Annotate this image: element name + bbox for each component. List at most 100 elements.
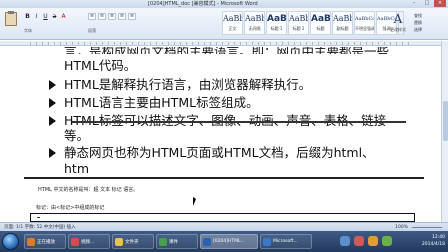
style-heading-2[interactable]: AaBbC 标题 2	[288, 11, 309, 35]
style-sample: AaBbCcDc	[223, 14, 242, 23]
slide-bullet-4: 静态网页也称为HTML页面或HTML文档，后缀为html、	[64, 145, 375, 160]
styles-gallery: AaBbCcDc 正文 AaBbCcDc 无间隔 AaBl 标题 1 AaBbC…	[222, 11, 404, 35]
scrollbar-thumb[interactable]	[443, 101, 448, 141]
tray-app-icon[interactable]	[340, 236, 350, 246]
bullet-arrow-icon	[49, 98, 56, 108]
doc-paragraph-1: HTML 中文的名称是叫：超 文本 标记 语言。	[38, 187, 139, 193]
doc-paragraph-2: 标记：由<标记>中组成的标记	[36, 205, 105, 211]
mouse-pointer-icon	[193, 197, 196, 206]
text-box[interactable]	[30, 213, 415, 222]
style-heading-1[interactable]: AaBl 标题 1	[266, 11, 287, 35]
slide-cut-line: 言，是构成网页文档的主要语言。即：网页中主要都是一些	[64, 47, 389, 54]
taskbar-item-label: 视频...	[81, 239, 95, 245]
taskbar-item[interactable]: 课件	[156, 234, 198, 249]
taskbar-item[interactable]: 视频...	[68, 234, 110, 249]
slide-bullet-3-continuation: 等。	[64, 128, 90, 143]
start-button[interactable]	[2, 233, 19, 250]
text-cursor	[37, 217, 40, 218]
folder-icon	[115, 237, 123, 246]
status-bar: 页面: 1/1 字数: 52 中文(中国) 插入 100%	[0, 222, 448, 231]
taskbar-item[interactable]: 文件夹	[112, 234, 154, 249]
italic-icon[interactable]: I	[33, 13, 40, 20]
window-title: [0204]HTML_doc [兼容模式] - Microsoft Word	[148, 1, 258, 7]
paste-button[interactable]	[3, 10, 19, 30]
document-area[interactable]: 言，是构成网页文档的主要语言。即：网页中主要都是一些 HTML代码。 HTML是…	[0, 47, 448, 222]
align-left-icon[interactable]: ≡	[108, 13, 116, 20]
window-controls: – □ ×	[408, 0, 446, 8]
taskbar-item[interactable]: Microsoft...	[260, 234, 312, 249]
taskbar: 正在播放 视频... 文件夹 课件 [0204]HTML... Microsof…	[0, 231, 448, 252]
editing-group: 查找 替换 选择	[414, 12, 444, 33]
style-name: 副标题	[336, 26, 349, 31]
taskbar-item-label: Microsoft...	[273, 239, 298, 244]
maximize-button[interactable]: □	[421, 0, 433, 7]
slide-bullet-2: HTML语言主要由HTML标签组成。	[64, 95, 259, 110]
style-sample: AaBbC	[289, 14, 308, 23]
taskbar-item-label: 正在播放	[37, 239, 55, 245]
clock-time: 12:40	[432, 235, 445, 240]
tray-app-icon[interactable]	[382, 236, 392, 246]
style-name: 不明显强调	[355, 26, 374, 31]
font-group-label: 字体	[24, 28, 32, 33]
change-styles-button[interactable]: A 更改样式	[386, 11, 410, 35]
change-styles-icon: A	[393, 12, 403, 26]
bullets-icon[interactable]: ≡	[88, 13, 96, 20]
taskbar-item-label: [0204]HTML...	[213, 239, 245, 244]
pasted-slide-image[interactable]: 言，是构成网页文档的主要语言。即：网页中主要都是一些 HTML代码。 HTML是…	[24, 47, 424, 179]
style-name: 正文	[228, 26, 237, 31]
align-center-icon[interactable]: ≡	[118, 13, 126, 20]
find-button[interactable]: 查找	[414, 12, 444, 19]
taskbar-item-label: 文件夹	[125, 239, 139, 245]
tray-app-icon[interactable]	[368, 236, 378, 246]
title-bar: [0204]HTML_doc [兼容模式] - Microsoft Word –…	[0, 0, 448, 8]
clipboard-icon	[5, 12, 17, 26]
align-right-icon[interactable]: ≡	[128, 13, 136, 20]
vertical-scrollbar[interactable]	[441, 41, 448, 222]
style-subtle-emphasis[interactable]: AaBbCcD 不明显强调	[354, 11, 375, 35]
bullet-arrow-icon	[49, 116, 56, 126]
select-button[interactable]: 选择	[414, 26, 444, 33]
horizontal-ruler[interactable]	[0, 41, 448, 46]
slide-line-continuation: HTML代码。	[64, 58, 137, 73]
app-icon	[263, 237, 271, 246]
taskbar-item[interactable]: 正在播放	[24, 234, 66, 249]
app-icon	[27, 237, 35, 246]
minimize-button[interactable]: –	[408, 0, 420, 7]
font-group: B I U a A 字体	[24, 11, 84, 35]
numbering-icon[interactable]: ≡	[98, 13, 106, 20]
app-icon	[159, 237, 167, 246]
word-icon	[203, 237, 211, 246]
clipboard-clip-icon	[8, 11, 14, 14]
replace-button[interactable]: 替换	[414, 19, 444, 26]
style-sample: AaBbCcDc	[245, 14, 264, 23]
font-color-icon[interactable]: A	[60, 13, 67, 20]
style-name: 标题 1	[270, 26, 283, 31]
zoom-slider[interactable]	[412, 227, 442, 228]
ruler-ticks	[30, 42, 410, 45]
taskbar-clock[interactable]: 12:40 2014/4/18	[422, 234, 445, 248]
bold-icon[interactable]: B	[24, 13, 31, 20]
close-button[interactable]: ×	[434, 0, 446, 7]
bullet-arrow-icon	[49, 80, 56, 90]
style-name: 标题	[316, 26, 325, 31]
taskbar-item-word[interactable]: [0204]HTML...	[200, 234, 258, 249]
style-sample: AaBbCcD	[355, 16, 374, 22]
pen-underline-mark	[72, 121, 406, 123]
slide-bullet-4-continuation: htm	[64, 161, 89, 176]
clock-date: 2014/4/18	[421, 242, 445, 247]
bullet-arrow-icon	[49, 148, 56, 158]
style-normal[interactable]: AaBbCcDc 正文	[222, 11, 243, 35]
style-name: 标题 2	[292, 26, 305, 31]
style-name: 无间隔	[248, 26, 261, 31]
style-subtitle[interactable]: AaBbC 副标题	[332, 11, 353, 35]
tray-app-icon[interactable]	[354, 236, 364, 246]
style-no-spacing[interactable]: AaBbCcDc 无间隔	[244, 11, 265, 35]
style-sample: AaBbC	[333, 14, 352, 23]
strike-icon[interactable]: a	[51, 13, 58, 20]
change-styles-label: 更改样式	[390, 27, 406, 32]
underline-icon[interactable]: U	[42, 13, 49, 20]
style-sample: AaBbC	[311, 14, 330, 24]
paragraph-group: ≡ ≡ ≡ ≡ ≡ 段落	[88, 11, 154, 35]
taskbar-item-label: 课件	[169, 239, 178, 245]
style-title[interactable]: AaBbC 标题	[310, 11, 331, 35]
